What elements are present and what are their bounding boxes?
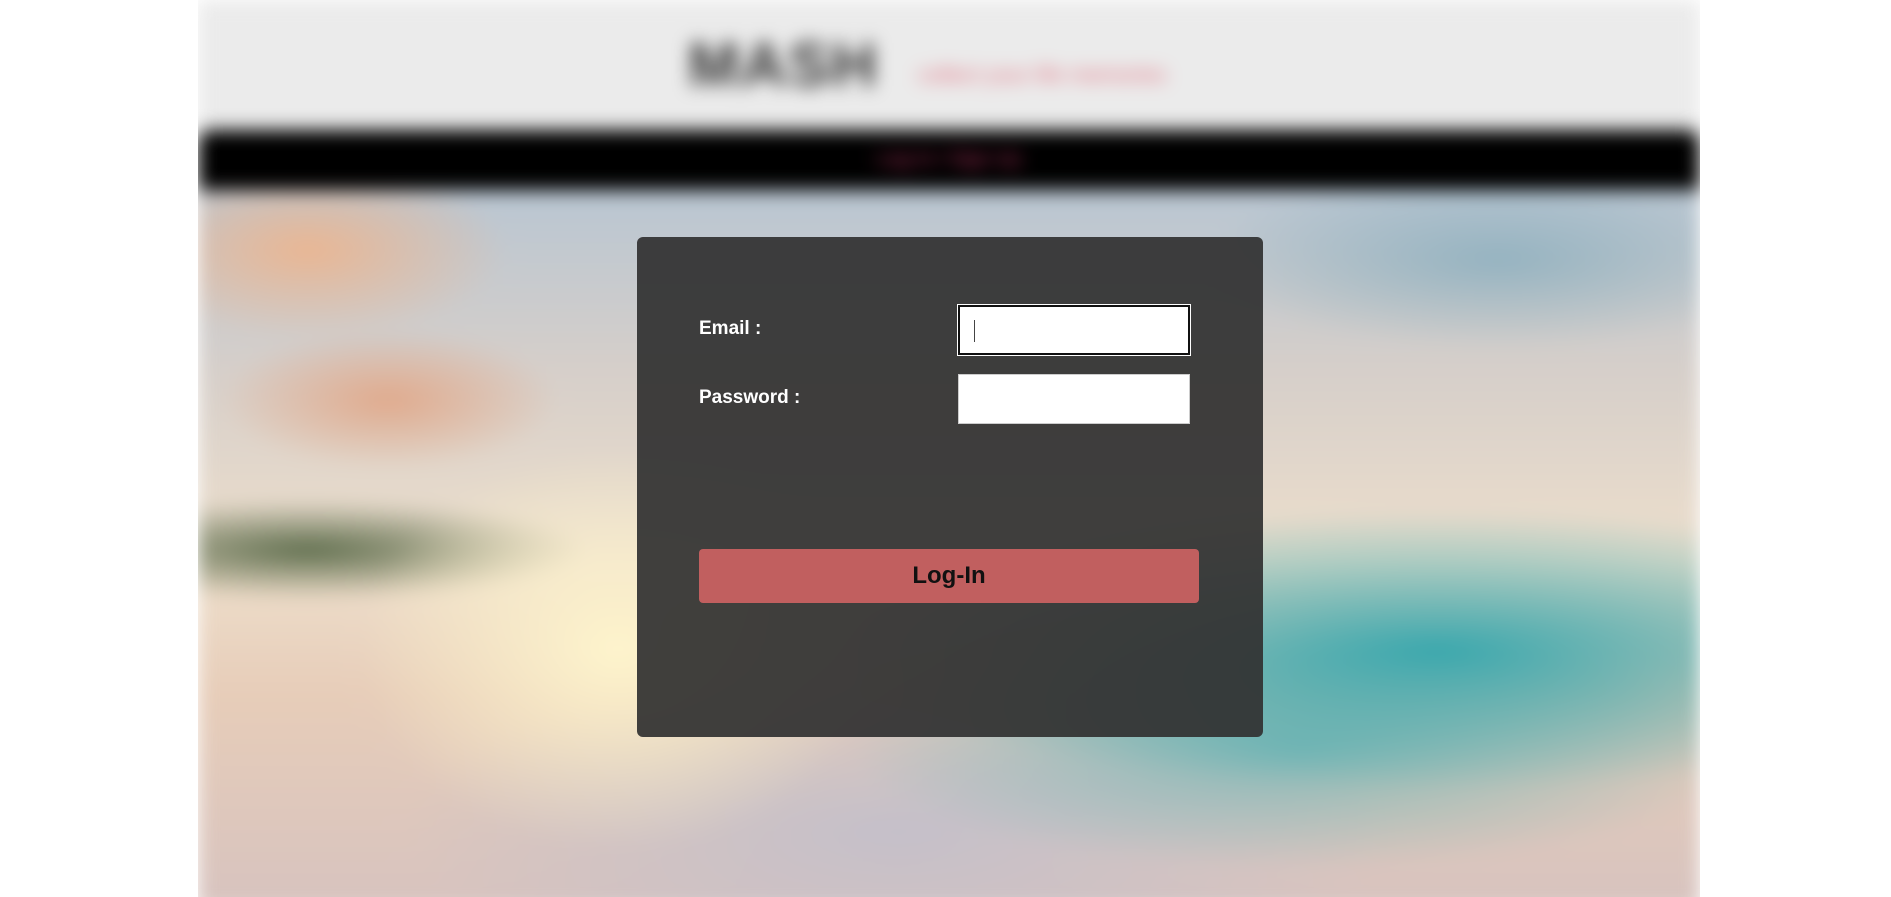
login-button[interactable]: Log-In (699, 549, 1199, 603)
navbar: Log In / Sign Up (198, 130, 1700, 190)
site-tagline: collect your life memories (918, 62, 1167, 87)
login-form-card: Email : Password : Log-In (637, 237, 1263, 737)
site-logo[interactable]: MASH (688, 30, 879, 101)
navbar-link[interactable]: Log In / Sign Up (198, 148, 1700, 171)
password-label: Password : (699, 387, 801, 408)
page: MASH collect your life memories Log In /… (0, 0, 1891, 897)
site-header: MASH collect your life memories (198, 0, 1700, 130)
password-field[interactable] (958, 374, 1190, 424)
email-label: Email : (699, 318, 762, 339)
text-cursor (974, 320, 975, 342)
email-field[interactable] (958, 305, 1190, 355)
